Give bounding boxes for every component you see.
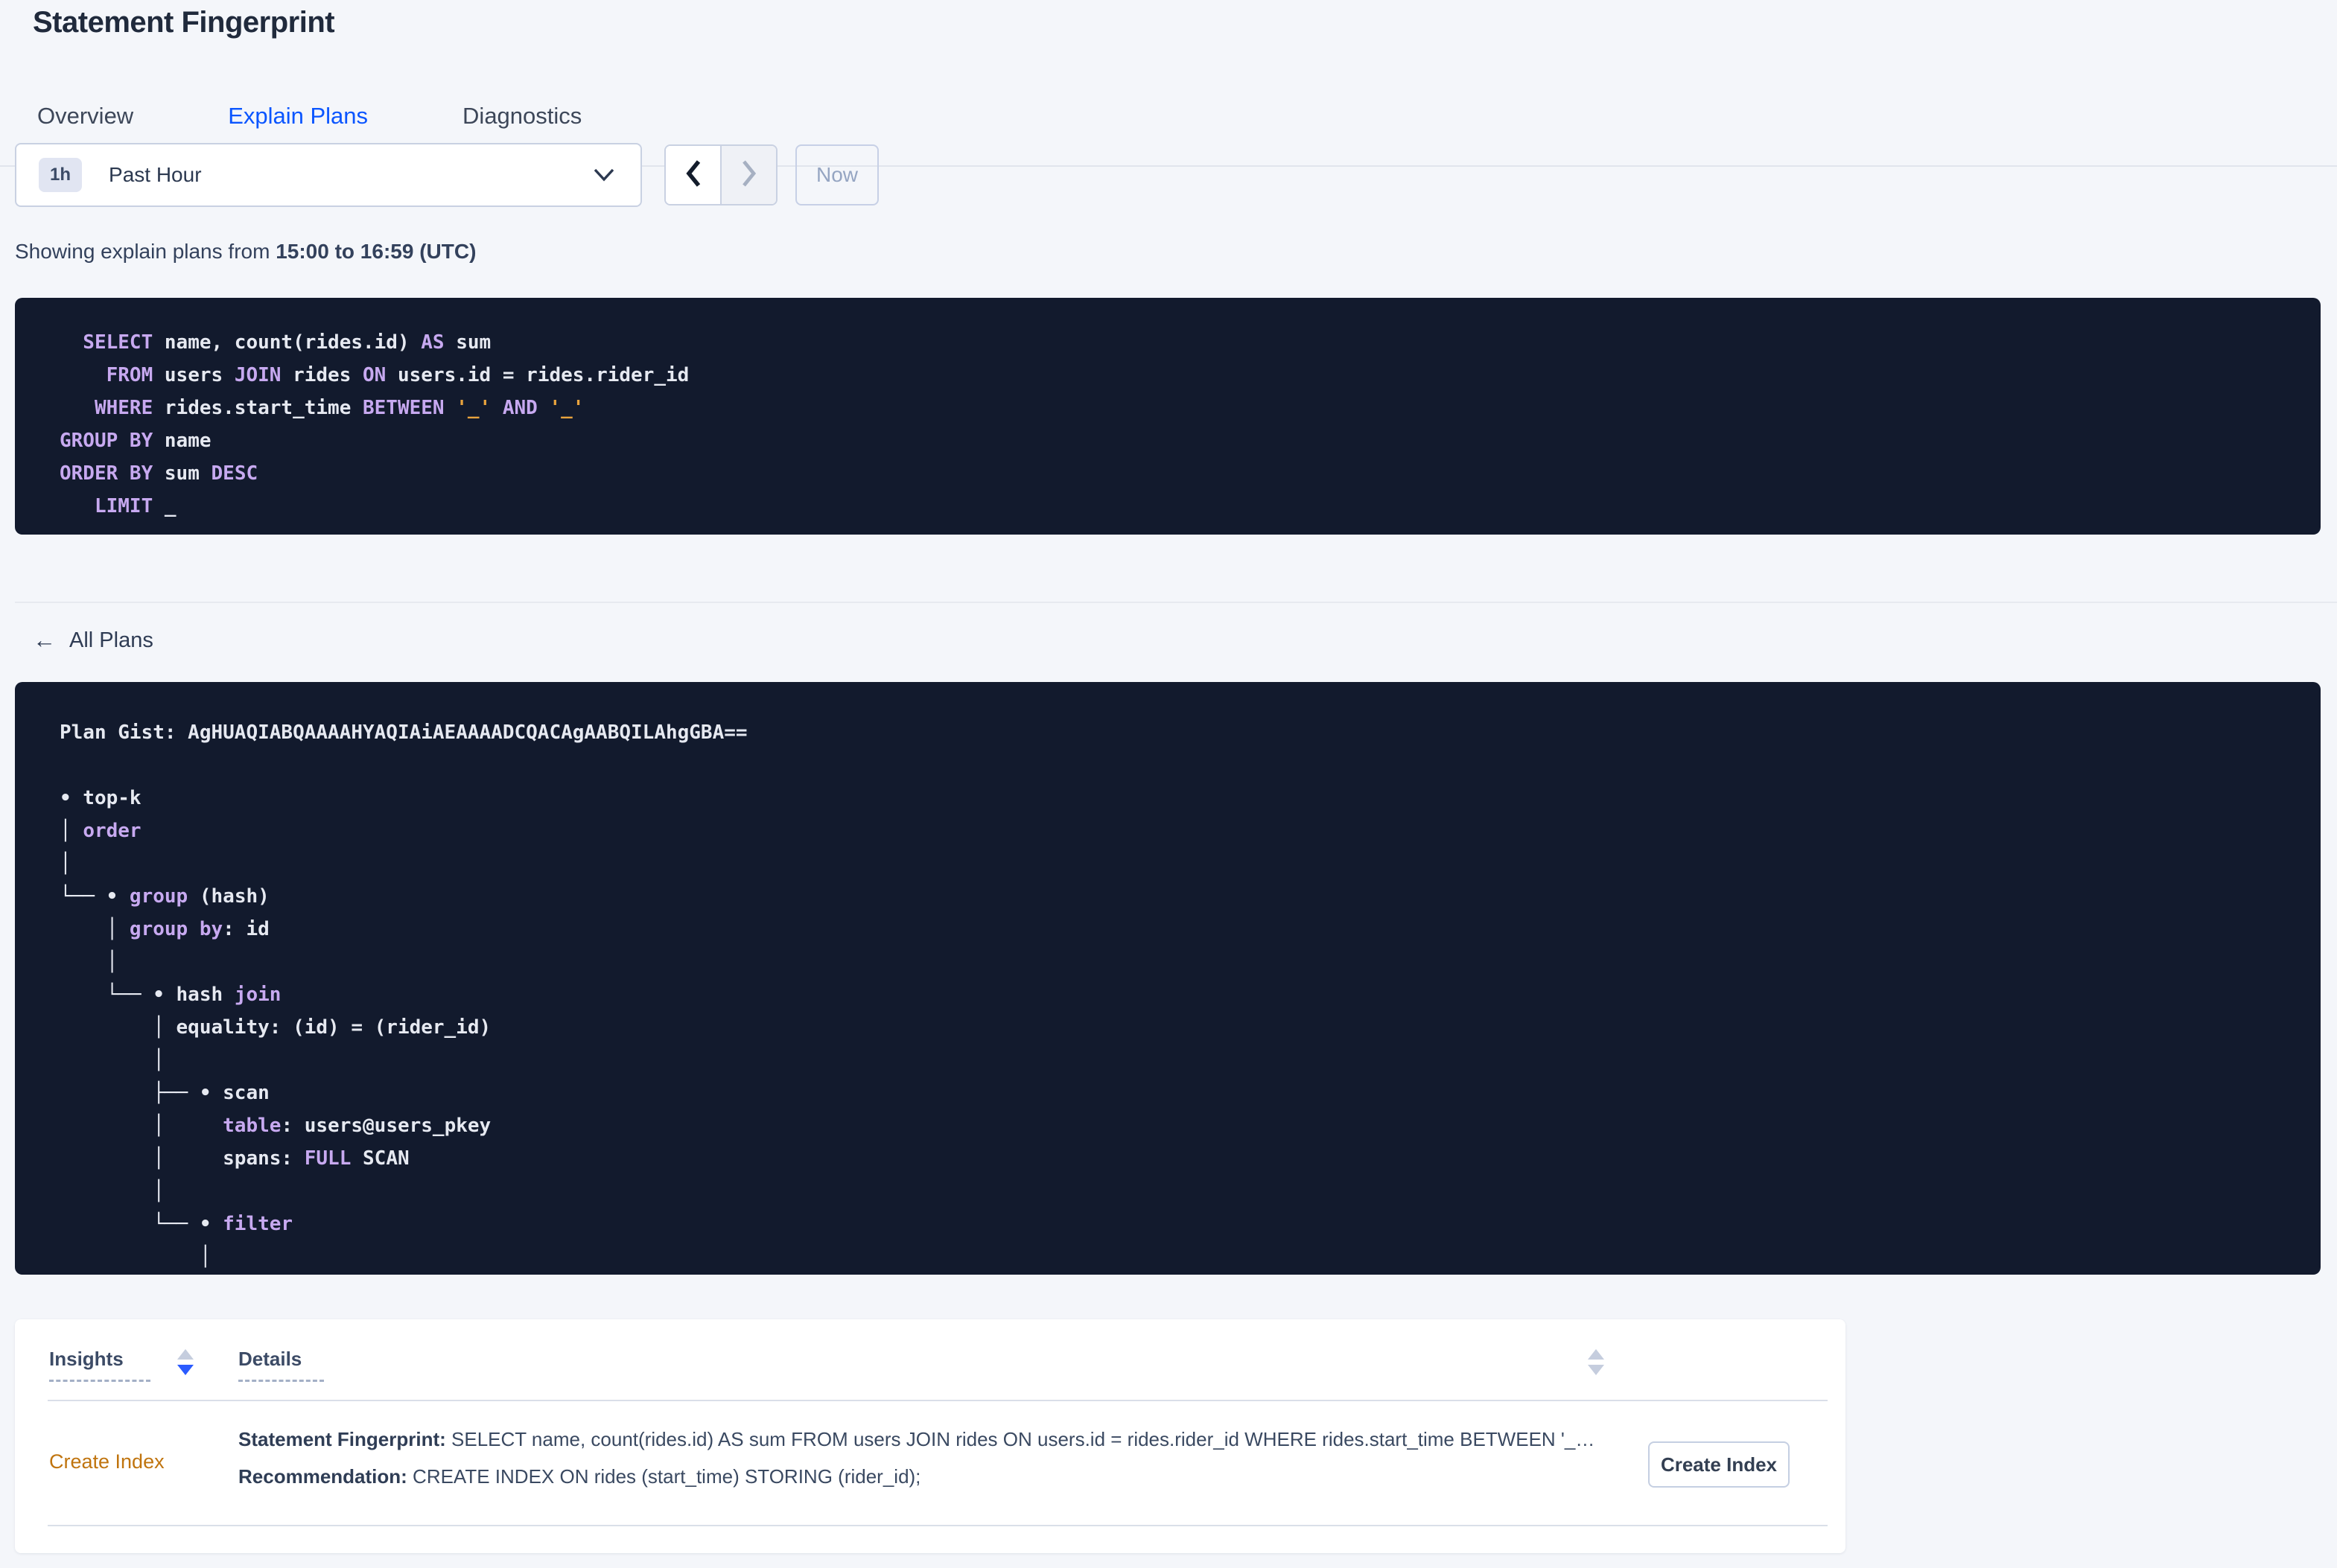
next-interval-button[interactable] <box>722 146 776 204</box>
create-index-insight-link[interactable]: Create Index <box>49 1450 165 1473</box>
all-plans-back-link[interactable]: ← All Plans <box>33 627 153 654</box>
sort-down-arrow-icon <box>177 1365 194 1375</box>
sort-up-arrow-icon <box>177 1349 194 1360</box>
column-header-details[interactable]: Details <box>238 1348 325 1382</box>
time-range-dropdown[interactable]: 1h Past Hour <box>15 143 642 207</box>
chevron-down-icon <box>593 168 615 182</box>
arrow-left-icon: ← <box>33 627 56 653</box>
page-title: Statement Fingerprint <box>33 6 335 39</box>
statement-sql-block: SELECT name, count(rides.id) AS sum FROM… <box>15 298 2321 535</box>
time-range-label: Past Hour <box>109 163 202 186</box>
chevron-left-icon <box>684 159 703 192</box>
now-button[interactable]: Now <box>795 144 879 205</box>
status-prefix: Showing explain plans from <box>15 240 270 263</box>
section-divider <box>15 602 2337 603</box>
sort-down-arrow-icon <box>1588 1365 1604 1375</box>
showing-plans-status: Showing explain plans from 15:00 to 16:5… <box>15 240 476 264</box>
table-header-divider <box>48 1400 1828 1401</box>
interval-badge: 1h <box>39 158 83 192</box>
sort-icon-details[interactable] <box>1588 1349 1604 1375</box>
statement-fingerprint-text: SELECT name, count(rides.id) AS sum FROM… <box>445 1428 1595 1450</box>
all-plans-label: All Plans <box>69 628 153 652</box>
time-nav-buttons <box>664 144 778 205</box>
details-cell: Statement Fingerprint: SELECT name, coun… <box>238 1427 1594 1489</box>
sort-up-arrow-icon <box>1588 1349 1604 1360</box>
statement-fingerprint-line: Statement Fingerprint: SELECT name, coun… <box>238 1427 1594 1452</box>
recommendation-line: Recommendation: CREATE INDEX ON rides (s… <box>238 1464 1594 1489</box>
plan-gist-block: Plan Gist: AgHUAQIABQAAAAHYAQIAiAEAAAADC… <box>15 682 2321 1275</box>
sort-icon-insights[interactable] <box>177 1349 194 1375</box>
time-picker-row: 1h Past Hour Now <box>15 143 879 207</box>
create-index-button[interactable]: Create Index <box>1648 1441 1790 1488</box>
chevron-right-icon <box>740 159 759 192</box>
insights-table-card: Insights Details Create Index Statement … <box>15 1319 1845 1553</box>
recommendation-text: CREATE INDEX ON rides (start_time) STORI… <box>407 1465 921 1488</box>
column-header-insights[interactable]: Insights <box>49 1348 150 1382</box>
statement-fingerprint-label: Statement Fingerprint: <box>238 1428 446 1450</box>
status-time-range: 15:00 to 16:59 (UTC) <box>276 240 477 263</box>
recommendation-label: Recommendation: <box>238 1465 407 1488</box>
previous-interval-button[interactable] <box>666 146 722 204</box>
table-row-divider <box>48 1525 1828 1526</box>
